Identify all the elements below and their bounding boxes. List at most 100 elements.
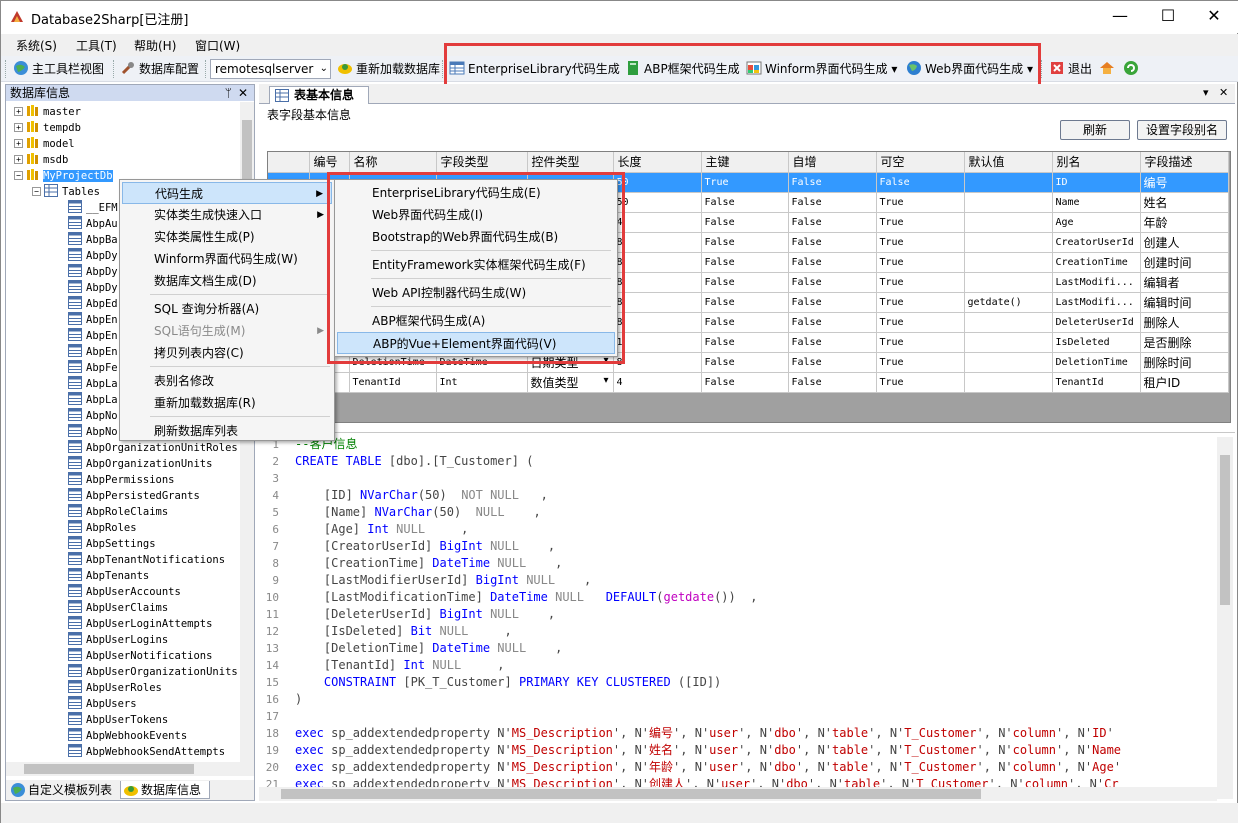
grid-cell[interactable]: 姓名 [1140, 192, 1229, 213]
grid-cell[interactable]: False [876, 172, 965, 193]
tree-table-item[interactable]: AbpUserRoles [68, 680, 162, 696]
tree-table-item[interactable]: AbpNo [68, 408, 118, 424]
set-alias-button[interactable]: 设置字段别名 [1137, 120, 1227, 140]
grid-column-header[interactable]: 自增 [788, 152, 877, 173]
grid-cell[interactable]: 8 [613, 292, 702, 313]
tree-table-item[interactable]: AbpTenantNotifications [68, 552, 225, 568]
tree-table-item[interactable]: AbpUserNotifications [68, 648, 212, 664]
refresh-button[interactable] [1123, 59, 1142, 79]
menu-window[interactable]: 窗口(W) [195, 37, 240, 54]
tree-table-item[interactable]: AbpEd [68, 296, 118, 312]
grid-cell[interactable]: False [788, 312, 877, 333]
tree-table-item[interactable]: AbpEn [68, 344, 118, 360]
grid-cell[interactable]: 创建时间 [1140, 252, 1229, 273]
grid-column-header[interactable]: 主键 [701, 152, 789, 173]
grid-cell[interactable]: 编辑者 [1140, 272, 1229, 293]
grid-column-header[interactable]: 名称 [349, 152, 437, 173]
grid-cell[interactable]: Age [1052, 212, 1141, 233]
sql-code-editor[interactable]: 1 --客户信息 2 CREATE TABLE [dbo].[T_Customer] … [259, 432, 1235, 802]
tree-table-item[interactable]: AbpEn [68, 328, 118, 344]
grid-cell[interactable]: CreatorUserId [1052, 232, 1141, 253]
tree-table-item[interactable]: AbpDy [68, 280, 118, 296]
scroll-thumb[interactable] [24, 764, 194, 774]
grid-cell[interactable]: False [788, 192, 877, 213]
tree-table-item[interactable]: AbpUserLoginAttempts [68, 616, 212, 632]
grid-cell[interactable] [964, 252, 1053, 273]
chevron-down-icon[interactable]: ▾ [603, 375, 608, 386]
grid-cell[interactable] [964, 272, 1053, 293]
grid-cell[interactable]: IsDeleted [1052, 332, 1141, 353]
tree-table-item[interactable]: AbpUserAccounts [68, 584, 181, 600]
grid-cell[interactable] [964, 352, 1053, 373]
grid-cell[interactable]: 创建人 [1140, 232, 1229, 253]
grid-column-header[interactable]: 可空 [876, 152, 965, 173]
maximize-button[interactable]: ☐ [1145, 1, 1191, 33]
grid-cell[interactable]: False [701, 192, 789, 213]
grid-cell[interactable]: True [876, 272, 965, 293]
main-toolbar-view-button[interactable]: 主工具栏视图 [13, 59, 104, 79]
grid-cell[interactable] [964, 332, 1053, 353]
grid-cell[interactable]: TenantId [1052, 372, 1141, 393]
scroll-thumb[interactable] [281, 789, 981, 799]
server-select[interactable]: remotesqlserver ⌄ [210, 59, 331, 79]
grid-cell[interactable]: 8 [613, 352, 702, 373]
grid-cell[interactable]: True [876, 212, 965, 233]
code-vertical-scrollbar[interactable] [1217, 437, 1233, 799]
expand-icon[interactable]: + [14, 139, 23, 148]
grid-cell[interactable]: False [788, 172, 877, 193]
grid-cell[interactable]: False [788, 272, 877, 293]
grid-cell[interactable]: 4 [613, 372, 702, 393]
grid-cell[interactable]: False [788, 372, 877, 393]
grid-cell[interactable] [964, 372, 1053, 393]
grid-cell[interactable]: False [701, 212, 789, 233]
grid-cell[interactable]: Name [1052, 192, 1141, 213]
db-config-button[interactable]: 数据库配置 [120, 59, 199, 79]
tree-table-item[interactable]: AbpLa [68, 392, 118, 408]
tree-table-item[interactable]: AbpOrganizationUnitRoles [68, 440, 238, 456]
tree-table-item[interactable]: __EFM [68, 200, 118, 216]
tab-custom-templates[interactable]: 自定义模板列表 [8, 781, 118, 799]
tree-table-item[interactable]: AbpUserOrganizationUnits [68, 664, 238, 680]
grid-cell[interactable] [964, 312, 1053, 333]
grid-cell[interactable]: False [788, 212, 877, 233]
tree-table-item[interactable]: AbpRoleClaims [68, 504, 168, 520]
grid-cell[interactable]: getdate() [964, 292, 1053, 313]
grid-cell[interactable]: True [876, 312, 965, 333]
grid-cell[interactable]: 8 [613, 252, 702, 273]
tree-table-item[interactable]: AbpNo [68, 424, 118, 440]
reload-db-button[interactable]: 重新加载数据库 [337, 59, 440, 79]
grid-cell[interactable]: False [788, 292, 877, 313]
tree-table-item[interactable]: AbpUsers [68, 696, 137, 712]
close-button[interactable]: ✕ [1191, 1, 1237, 33]
grid-cell[interactable]: ID [1052, 172, 1141, 193]
expand-icon[interactable]: + [14, 155, 23, 164]
tree-table-item[interactable]: AbpAu [68, 216, 118, 232]
grid-cell[interactable]: False [701, 352, 789, 373]
tree-database-item[interactable]: + model [14, 136, 75, 152]
tree-database-item[interactable]: + master [14, 104, 81, 120]
grid-column-header[interactable]: 别名 [1052, 152, 1141, 173]
grid-cell[interactable]: False [788, 352, 877, 373]
menu-item[interactable]: 表别名修改 [122, 370, 332, 392]
tree-table-item[interactable]: AbpUserTokens [68, 712, 168, 728]
tree-table-item[interactable]: AbpUserClaims [68, 600, 168, 616]
grid-cell[interactable]: 50 [613, 192, 702, 213]
grid-cell[interactable]: 8 [613, 232, 702, 253]
grid-column-header[interactable]: 长度 [613, 152, 702, 173]
menu-item[interactable]: 重新加载数据库(R) [122, 392, 332, 414]
tree-horizontal-scrollbar[interactable] [6, 762, 254, 776]
tree-table-item[interactable]: AbpSettings [68, 536, 156, 552]
grid-cell[interactable]: False [701, 332, 789, 353]
grid-cell[interactable]: 50 [613, 172, 702, 193]
grid-cell[interactable]: TenantId [349, 372, 437, 393]
grid-cell[interactable]: False [701, 372, 789, 393]
tree-table-item[interactable]: AbpBa [68, 232, 118, 248]
menu-item[interactable]: Winform界面代码生成(W) [122, 248, 332, 270]
grid-cell[interactable]: 是否删除 [1140, 332, 1229, 353]
tree-database-item[interactable]: + tempdb [14, 120, 81, 136]
menu-item[interactable]: 实体类生成快速入口 ▶ [122, 204, 332, 226]
panel-close-icon[interactable]: ✕ [238, 85, 248, 101]
grid-cell[interactable]: 编辑时间 [1140, 292, 1229, 313]
menu-help[interactable]: 帮助(H) [134, 37, 176, 54]
menu-tools[interactable]: 工具(T) [76, 37, 117, 54]
